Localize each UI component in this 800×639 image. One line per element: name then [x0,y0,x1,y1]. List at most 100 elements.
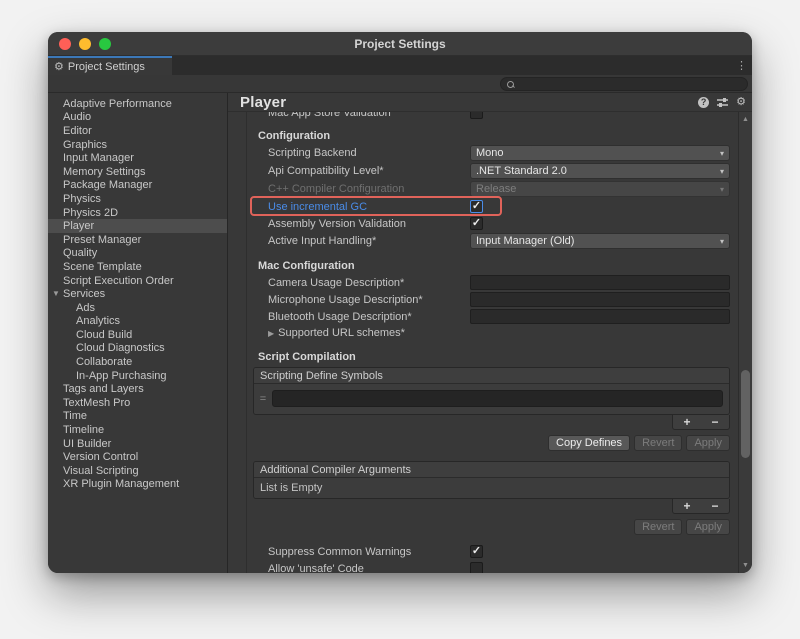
sidebar-item-collaborate[interactable]: Collaborate [48,355,227,369]
setting-row-assembly-version-validation: Assembly Version Validation ✓ [246,215,738,232]
sidebar-item-preset-manager[interactable]: Preset Manager [48,233,227,247]
setting-row-api-compatibility: Api Compatibility Level* .NET Standard 2… [246,162,738,180]
sidebar-item-label: In-App Purchasing [76,370,167,382]
setting-row-camera-usage: Camera Usage Description* [246,274,738,291]
sidebar-item-audio[interactable]: Audio [48,111,227,125]
sidebar-item-services[interactable]: ▼Services [48,287,227,301]
apply-button: Apply [686,435,730,451]
sidebar-item-label: Tags and Layers [63,383,144,395]
drag-handle-icon[interactable]: = [256,393,270,405]
sidebar-item-adaptive-performance[interactable]: Adaptive Performance [48,97,227,111]
sidebar-item-physics[interactable]: Physics [48,192,227,206]
sidebar-item-label: Scene Template [63,261,142,273]
sidebar-item-label: XR Plugin Management [63,478,179,490]
sidebar-item-label: Quality [63,247,97,259]
sidebar-item-label: Cloud Diagnostics [76,342,165,354]
sidebar-item-physics-2d[interactable]: Physics 2D [48,206,227,220]
scroll-down-icon[interactable]: ▼ [739,559,752,572]
sidebar-item-in-app-purchasing[interactable]: In-App Purchasing [48,369,227,383]
tab-menu-icon[interactable]: ⋮ [736,56,747,75]
remove-button[interactable]: − [711,500,718,512]
sidebar-item-ads[interactable]: Ads [48,301,227,315]
api-compatibility-dropdown[interactable]: .NET Standard 2.0 ▾ [470,163,730,179]
setting-row-cpp-compiler: C++ Compiler Configuration Release ▾ [246,180,738,198]
sidebar-item-label: Analytics [76,315,120,327]
sidebar-item-analytics[interactable]: Analytics [48,315,227,329]
sidebar-item-timeline[interactable]: Timeline [48,423,227,437]
search-row [48,75,752,93]
player-settings-panel: Player ? ⚙ [228,93,752,573]
vertical-scrollbar[interactable]: ▲ ▼ [738,112,752,573]
search-box[interactable] [500,77,748,91]
define-symbols-list-controls: + − [672,415,730,430]
mac-app-store-validation-checkbox[interactable] [470,112,483,119]
section-script-compilation: Script Compilation [246,349,738,365]
microphone-usage-field[interactable] [470,292,730,307]
sidebar-item-label: Physics [63,193,101,205]
chevron-down-icon: ▾ [720,185,724,194]
sidebar-item-ui-builder[interactable]: UI Builder [48,437,227,451]
sidebar-item-version-control[interactable]: Version Control [48,450,227,464]
tab-project-settings[interactable]: ⚙ Project Settings [48,56,172,75]
remove-button[interactable]: − [711,416,718,428]
camera-usage-field[interactable] [470,275,730,290]
sidebar-item-label: Visual Scripting [63,465,139,477]
sidebar-item-graphics[interactable]: Graphics [48,138,227,152]
assembly-version-validation-checkbox[interactable]: ✓ [470,217,483,230]
section-mac-configuration: Mac Configuration [246,258,738,274]
sidebar-item-textmesh-pro[interactable]: TextMesh Pro [48,396,227,410]
setting-row-bluetooth-usage: Bluetooth Usage Description* [246,308,738,325]
help-icon[interactable]: ? [698,97,709,108]
add-button[interactable]: + [683,416,690,428]
sidebar-item-visual-scripting[interactable]: Visual Scripting [48,464,227,478]
active-input-handling-dropdown[interactable]: Input Manager (Old) ▾ [470,233,730,249]
sidebar-item-label: Collaborate [76,356,132,368]
add-button[interactable]: + [683,500,690,512]
search-icon [506,80,515,89]
sidebar-item-time[interactable]: Time [48,410,227,424]
scripting-backend-dropdown[interactable]: Mono ▾ [470,145,730,161]
use-incremental-gc-checkbox[interactable]: ✓ [470,200,483,213]
sidebar-item-label: Adaptive Performance [63,98,172,110]
allow-unsafe-code-checkbox[interactable] [470,562,483,573]
inspector-scroll-area: Mac App Store Validation Configuration S… [228,112,738,573]
sidebar-item-label: Script Execution Order [63,275,174,287]
setting-row-scripting-backend: Scripting Backend Mono ▾ [246,144,738,162]
sidebar-item-label: UI Builder [63,438,111,450]
sidebar-item-input-manager[interactable]: Input Manager [48,151,227,165]
window-title: Project Settings [48,37,752,51]
chevron-down-icon[interactable]: ▼ [52,289,60,298]
sidebar-item-player[interactable]: Player [48,219,227,233]
project-settings-window: Project Settings ⚙ Project Settings ⋮ Ad… [48,32,752,573]
sidebar-item-xr-plugin-management[interactable]: XR Plugin Management [48,478,227,492]
sidebar-item-script-execution-order[interactable]: Script Execution Order [48,274,227,288]
sidebar-item-cloud-build[interactable]: Cloud Build [48,328,227,342]
sidebar-item-memory-settings[interactable]: Memory Settings [48,165,227,179]
scroll-up-icon[interactable]: ▲ [739,113,752,126]
sidebar-item-scene-template[interactable]: Scene Template [48,260,227,274]
page-title: Player [240,94,286,111]
sidebar-item-quality[interactable]: Quality [48,247,227,261]
sidebar-item-cloud-diagnostics[interactable]: Cloud Diagnostics [48,342,227,356]
sidebar-item-label: Audio [63,111,91,123]
suppress-common-warnings-checkbox[interactable]: ✓ [470,545,483,558]
sidebar-item-label: Cloud Build [76,329,132,341]
revert-button: Revert [634,519,682,535]
sidebar-item-package-manager[interactable]: Package Manager [48,179,227,193]
bluetooth-usage-field[interactable] [470,309,730,324]
tab-label: Project Settings [68,61,145,73]
presets-icon[interactable] [716,97,729,108]
sidebar-item-label: Player [63,220,94,232]
copy-defines-button[interactable]: Copy Defines [548,435,630,451]
setting-row-allow-unsafe-code: Allow 'unsafe' Code [246,560,738,573]
define-symbol-row: = [254,384,729,414]
supported-url-schemes-foldout[interactable]: ▶ Supported URL schemes* [246,325,738,341]
sidebar-item-editor[interactable]: Editor [48,124,227,138]
search-input[interactable] [519,79,747,90]
gear-icon: ⚙ [54,60,64,73]
scrollbar-thumb[interactable] [741,370,750,458]
define-symbol-input[interactable] [272,390,723,407]
panel-header: Player ? ⚙ [228,93,752,111]
settings-gear-icon[interactable]: ⚙ [736,97,746,108]
sidebar-item-tags-and-layers[interactable]: Tags and Layers [48,382,227,396]
